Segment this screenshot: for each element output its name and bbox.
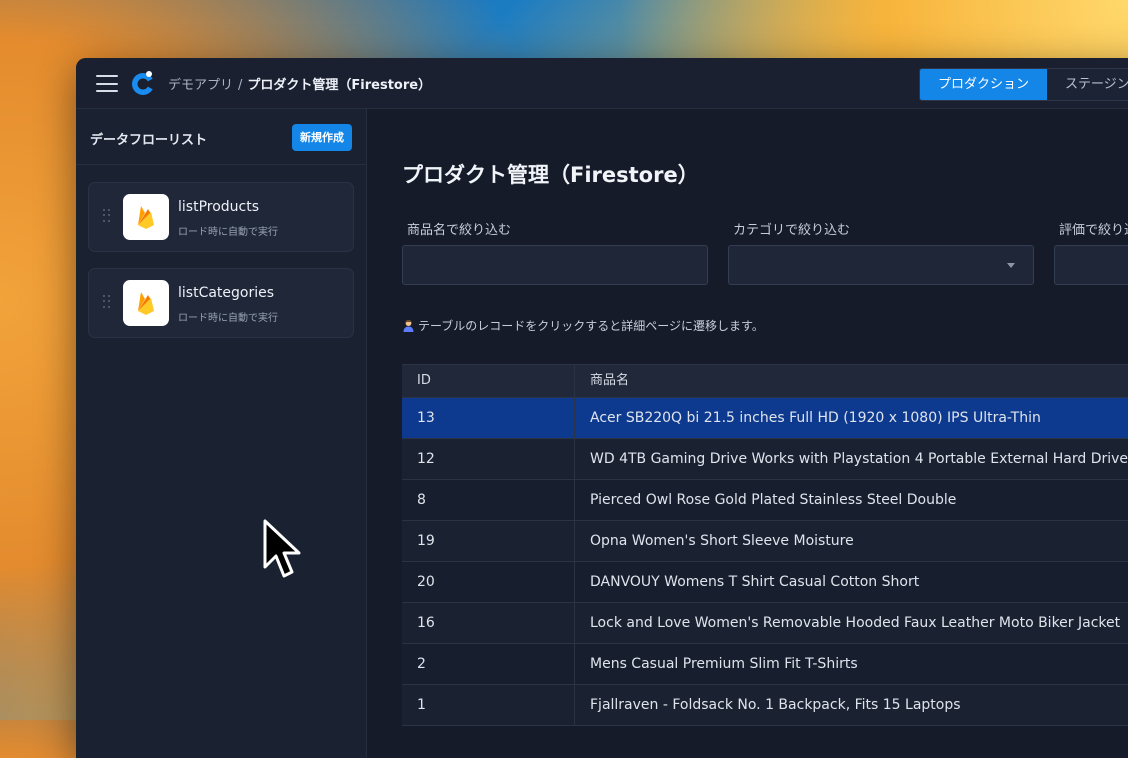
column-header-name[interactable]: 商品名: [575, 365, 1128, 397]
cell-name: Mens Casual Premium Slim Fit T-Shirts: [590, 656, 858, 672]
app-logo[interactable]: [129, 69, 157, 101]
sidebar: データフローリスト 新規作成 listProducts ロード時に自動で実行 l…: [76, 109, 367, 758]
drag-handle-icon[interactable]: [103, 295, 111, 309]
cell-name: WD 4TB Gaming Drive Works with Playstati…: [590, 451, 1128, 467]
cell-name: Opna Women's Short Sleeve Moisture: [590, 533, 854, 549]
cell-name: Acer SB220Q bi 21.5 inches Full HD (1920…: [590, 410, 1041, 426]
sidebar-header: データフローリスト 新規作成: [76, 109, 366, 165]
cell-id: 16: [402, 603, 575, 643]
sidebar-title: データフローリスト: [90, 133, 208, 148]
breadcrumb-current: プロダクト管理（Firestore）: [247, 78, 432, 93]
cell-id: 20: [402, 562, 575, 602]
flow-card-listcategories[interactable]: listCategories ロード時に自動で実行: [88, 268, 354, 338]
cell-id: 2: [402, 644, 575, 684]
cell-id: 1: [402, 685, 575, 725]
page-title: プロダクト管理（Firestore）: [402, 163, 699, 187]
cell-id: 8: [402, 480, 575, 520]
filter-label-category: カテゴリで絞り込む: [733, 223, 851, 238]
flow-subtitle: ロード時に自動で実行: [178, 313, 278, 324]
filter-label-rating: 評価で絞り込む: [1059, 223, 1128, 238]
new-flow-button[interactable]: 新規作成: [292, 124, 352, 151]
app-window: デモアプリ / プロダクト管理（Firestore） プロダクション ステージン デ…: [76, 58, 1128, 758]
hint-text: テーブルのレコードをクリックすると詳細ページに遷移します。: [418, 319, 764, 333]
env-production-button[interactable]: プロダクション: [920, 69, 1048, 100]
cell-name: Pierced Owl Rose Gold Plated Stainless S…: [590, 492, 957, 508]
hamburger-menu-icon[interactable]: [96, 75, 118, 92]
cell-name: Lock and Love Women's Removable Hooded F…: [590, 615, 1121, 631]
mouse-cursor-icon: [262, 519, 304, 587]
breadcrumb-separator: /: [238, 78, 243, 93]
flow-subtitle: ロード時に自動で実行: [178, 227, 278, 238]
top-bar: デモアプリ / プロダクト管理（Firestore） プロダクション ステージン: [76, 58, 1128, 109]
environment-toggle: プロダクション ステージン: [919, 68, 1128, 101]
chevron-down-icon: [1007, 263, 1015, 268]
table-row[interactable]: 2 Mens Casual Premium Slim Fit T-Shirts: [402, 644, 1128, 685]
flow-name: listCategories: [178, 285, 275, 301]
products-table: ID 商品名 13 Acer SB220Q bi 21.5 inches Ful…: [402, 364, 1128, 726]
table-row[interactable]: 12 WD 4TB Gaming Drive Works with Playst…: [402, 439, 1128, 480]
person-tipping-hand-icon: [403, 320, 414, 332]
filter-rating-input[interactable]: [1054, 245, 1128, 285]
column-header-id[interactable]: ID: [402, 365, 575, 397]
table-hint: テーブルのレコードをクリックすると詳細ページに遷移します。: [402, 317, 764, 334]
table-header: ID 商品名: [402, 365, 1128, 398]
firebase-icon: [123, 280, 169, 326]
table-row[interactable]: 16 Lock and Love Women's Removable Hoode…: [402, 603, 1128, 644]
table-row[interactable]: 20 DANVOUY Womens T Shirt Casual Cotton …: [402, 562, 1128, 603]
main-content: プロダクト管理（Firestore） 商品名で絞り込む カテゴリで絞り込む 評価…: [367, 109, 1128, 758]
env-staging-button[interactable]: ステージン: [1047, 69, 1128, 100]
cell-id: 19: [402, 521, 575, 561]
flow-card-listproducts[interactable]: listProducts ロード時に自動で実行: [88, 182, 354, 252]
breadcrumb-root[interactable]: デモアプリ: [168, 78, 233, 93]
flow-name: listProducts: [178, 199, 260, 215]
filter-label-name: 商品名で絞り込む: [407, 223, 512, 238]
breadcrumb: デモアプリ / プロダクト管理（Firestore）: [168, 74, 431, 93]
table-body: 13 Acer SB220Q bi 21.5 inches Full HD (1…: [402, 398, 1128, 726]
filter-name-input[interactable]: [402, 245, 708, 285]
firebase-icon: [123, 194, 169, 240]
table-row[interactable]: 13 Acer SB220Q bi 21.5 inches Full HD (1…: [402, 398, 1128, 439]
table-row[interactable]: 8 Pierced Owl Rose Gold Plated Stainless…: [402, 480, 1128, 521]
table-row[interactable]: 19 Opna Women's Short Sleeve Moisture: [402, 521, 1128, 562]
cell-name: Fjallraven - Foldsack No. 1 Backpack, Fi…: [590, 697, 961, 713]
cell-id: 13: [402, 398, 575, 438]
cell-id: 12: [402, 439, 575, 479]
cell-name: DANVOUY Womens T Shirt Casual Cotton Sho…: [590, 574, 920, 590]
filter-category-select[interactable]: [728, 245, 1034, 285]
drag-handle-icon[interactable]: [103, 209, 111, 223]
